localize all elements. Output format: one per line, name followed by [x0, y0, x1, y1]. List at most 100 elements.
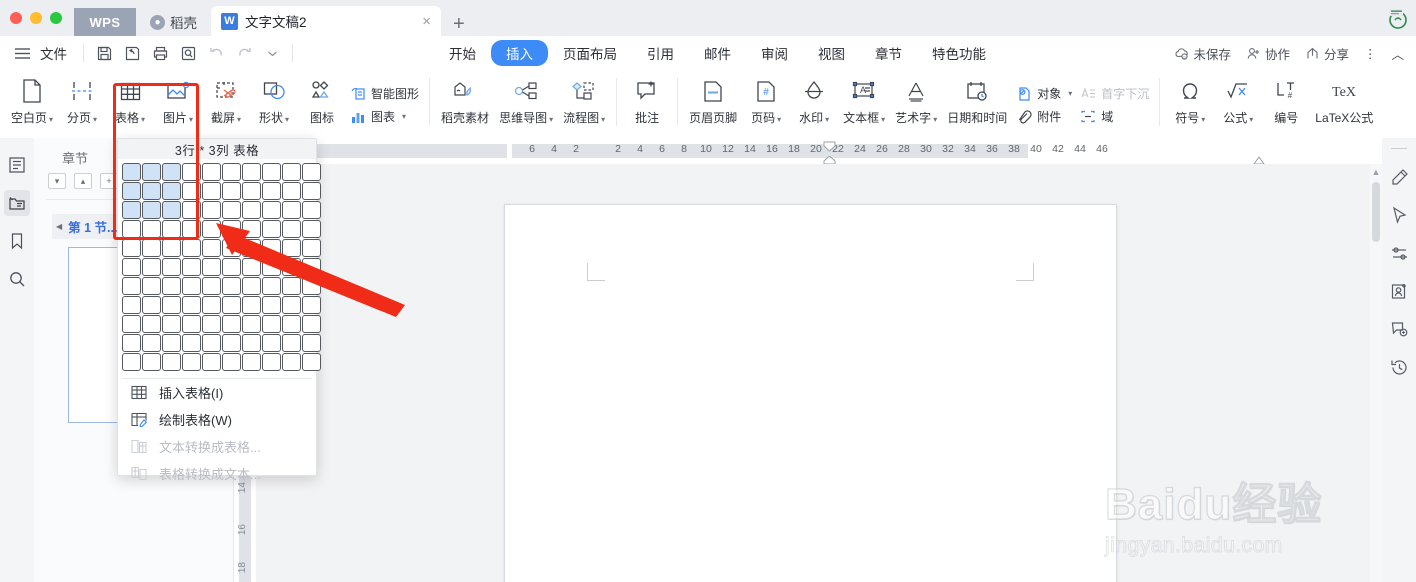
table-grid-cell[interactable] — [142, 220, 161, 238]
cursor-select-icon[interactable] — [1387, 203, 1411, 227]
table-grid-cell[interactable] — [262, 353, 281, 371]
ribbon-header-footer[interactable]: 页眉页脚 — [684, 70, 742, 132]
table-grid-cell[interactable] — [282, 315, 301, 333]
ribbon-dropcap[interactable]: 首字下沉 — [1080, 85, 1149, 102]
table-grid-cell[interactable] — [182, 163, 201, 181]
table-grid-cell[interactable] — [262, 182, 281, 200]
table-grid-cell[interactable] — [222, 201, 241, 219]
ribbon-page-number[interactable]: # 页码 ▾ — [742, 70, 790, 132]
table-grid-cell[interactable] — [122, 239, 141, 257]
table-grid-cell[interactable] — [282, 220, 301, 238]
menu-item-text-to-table[interactable]: 文本转换成表格... — [118, 433, 316, 460]
table-grid-cell[interactable] — [262, 239, 281, 257]
table-grid-cell[interactable] — [222, 220, 241, 238]
table-grid-cell[interactable] — [222, 163, 241, 181]
minimize-window-button[interactable] — [30, 12, 42, 24]
table-grid-cell[interactable] — [282, 239, 301, 257]
ribbon-datetime[interactable]: 日期和时间 — [942, 70, 1012, 132]
table-grid-cell[interactable] — [302, 201, 321, 219]
table-grid-cell[interactable] — [142, 334, 161, 352]
table-grid-cell[interactable] — [262, 315, 281, 333]
ribbon-picture[interactable]: 图片 ▾ — [154, 70, 202, 132]
collapse-ribbon-icon[interactable]: ︿ — [1385, 42, 1410, 65]
table-grid-cell[interactable] — [162, 201, 181, 219]
add-person-icon[interactable] — [1387, 279, 1411, 303]
table-grid-cell[interactable] — [242, 315, 261, 333]
quick-access-more-icon[interactable] — [258, 40, 286, 66]
table-grid-cell[interactable] — [202, 201, 221, 219]
table-grid-cell[interactable] — [162, 239, 181, 257]
table-grid-cell[interactable] — [122, 220, 141, 238]
table-grid-cell[interactable] — [302, 334, 321, 352]
table-grid-cell[interactable] — [202, 182, 221, 200]
ribbon-mindmap[interactable]: 思维导图 ▾ — [494, 70, 558, 132]
bookmark-icon[interactable] — [4, 228, 30, 254]
table-grid-cell[interactable] — [122, 334, 141, 352]
table-grid-cell[interactable] — [122, 258, 141, 276]
tab-document[interactable]: W 文字文稿2 × — [211, 6, 441, 36]
table-grid-cell[interactable] — [302, 315, 321, 333]
ribbon-shape[interactable]: 形状 ▾ — [250, 70, 298, 132]
table-grid-cell[interactable] — [282, 334, 301, 352]
table-grid-cell[interactable] — [302, 239, 321, 257]
ribbon-smart-graphic[interactable]: 智能图形 — [350, 85, 419, 102]
ribbon-formula[interactable]: 公式 ▾ — [1214, 70, 1262, 132]
table-grid-cell[interactable] — [282, 353, 301, 371]
document-canvas[interactable]: ▲ — [256, 164, 1382, 582]
table-grid-cell[interactable] — [202, 353, 221, 371]
collaborate-button[interactable]: 协作 — [1240, 42, 1296, 65]
ribbon-screenshot[interactable]: 截屏 ▾ — [202, 70, 250, 132]
table-grid-cell[interactable] — [182, 334, 201, 352]
table-grid-cell[interactable] — [182, 201, 201, 219]
table-grid-cell[interactable] — [202, 258, 221, 276]
table-grid-cell[interactable] — [282, 258, 301, 276]
table-grid-cell[interactable] — [142, 201, 161, 219]
table-grid-cell[interactable] — [162, 258, 181, 276]
maximize-window-button[interactable] — [50, 12, 62, 24]
table-grid-cell[interactable] — [282, 201, 301, 219]
menu-item-draw-table[interactable]: 绘制表格(W) — [118, 406, 316, 433]
ribbon-latex[interactable]: TeX LaTeX公式 — [1310, 70, 1378, 132]
ribbon-numbering[interactable]: # 编号 — [1262, 70, 1310, 132]
table-grid-cell[interactable] — [222, 182, 241, 200]
table-grid-cell[interactable] — [282, 182, 301, 200]
table-grid-cell[interactable] — [122, 353, 141, 371]
table-grid-cell[interactable] — [242, 220, 261, 238]
table-grid-cell[interactable] — [242, 258, 261, 276]
table-grid-cell[interactable] — [162, 315, 181, 333]
table-grid-cell[interactable] — [222, 239, 241, 257]
file-menu-button[interactable]: 文件 — [36, 43, 77, 63]
table-grid-cell[interactable] — [162, 277, 181, 295]
table-grid-cell[interactable] — [122, 182, 141, 200]
table-grid-cell[interactable] — [262, 296, 281, 314]
table-grid-cell[interactable] — [302, 163, 321, 181]
new-tab-button[interactable]: + — [441, 14, 477, 36]
table-grid-cell[interactable] — [202, 220, 221, 238]
redo-icon[interactable] — [230, 40, 258, 66]
ribbon-blank-page[interactable]: 空白页 ▾ — [6, 70, 58, 132]
table-grid-cell[interactable] — [162, 163, 181, 181]
table-grid-cell[interactable] — [142, 315, 161, 333]
plus-icon[interactable]: + — [100, 173, 118, 189]
table-grid-cell[interactable] — [182, 182, 201, 200]
ribbon-flowchart[interactable]: 流程图 ▾ — [558, 70, 610, 132]
ribbon-attachment[interactable]: 附件 — [1016, 108, 1072, 125]
table-grid-cell[interactable] — [202, 296, 221, 314]
table-grid-cell[interactable] — [262, 334, 281, 352]
table-grid-cell[interactable] — [162, 353, 181, 371]
table-grid-cell[interactable] — [222, 296, 241, 314]
table-grid-cell[interactable] — [302, 353, 321, 371]
table-grid-cell[interactable] — [202, 277, 221, 295]
table-grid-cell[interactable] — [302, 277, 321, 295]
table-grid-cell[interactable] — [122, 296, 141, 314]
table-grid-cell[interactable] — [302, 220, 321, 238]
table-grid-cell[interactable] — [202, 163, 221, 181]
ribbon-symbol[interactable]: 符号 ▾ — [1166, 70, 1214, 132]
ribbon-daoke-material[interactable]: 稻壳素材 — [436, 70, 494, 132]
table-grid-cell[interactable] — [202, 334, 221, 352]
table-grid-cell[interactable] — [162, 220, 181, 238]
table-grid-cell[interactable] — [242, 239, 261, 257]
pen-icon[interactable] — [1387, 165, 1411, 189]
table-grid-cell[interactable] — [142, 296, 161, 314]
settings-sliders-icon[interactable] — [1387, 241, 1411, 265]
